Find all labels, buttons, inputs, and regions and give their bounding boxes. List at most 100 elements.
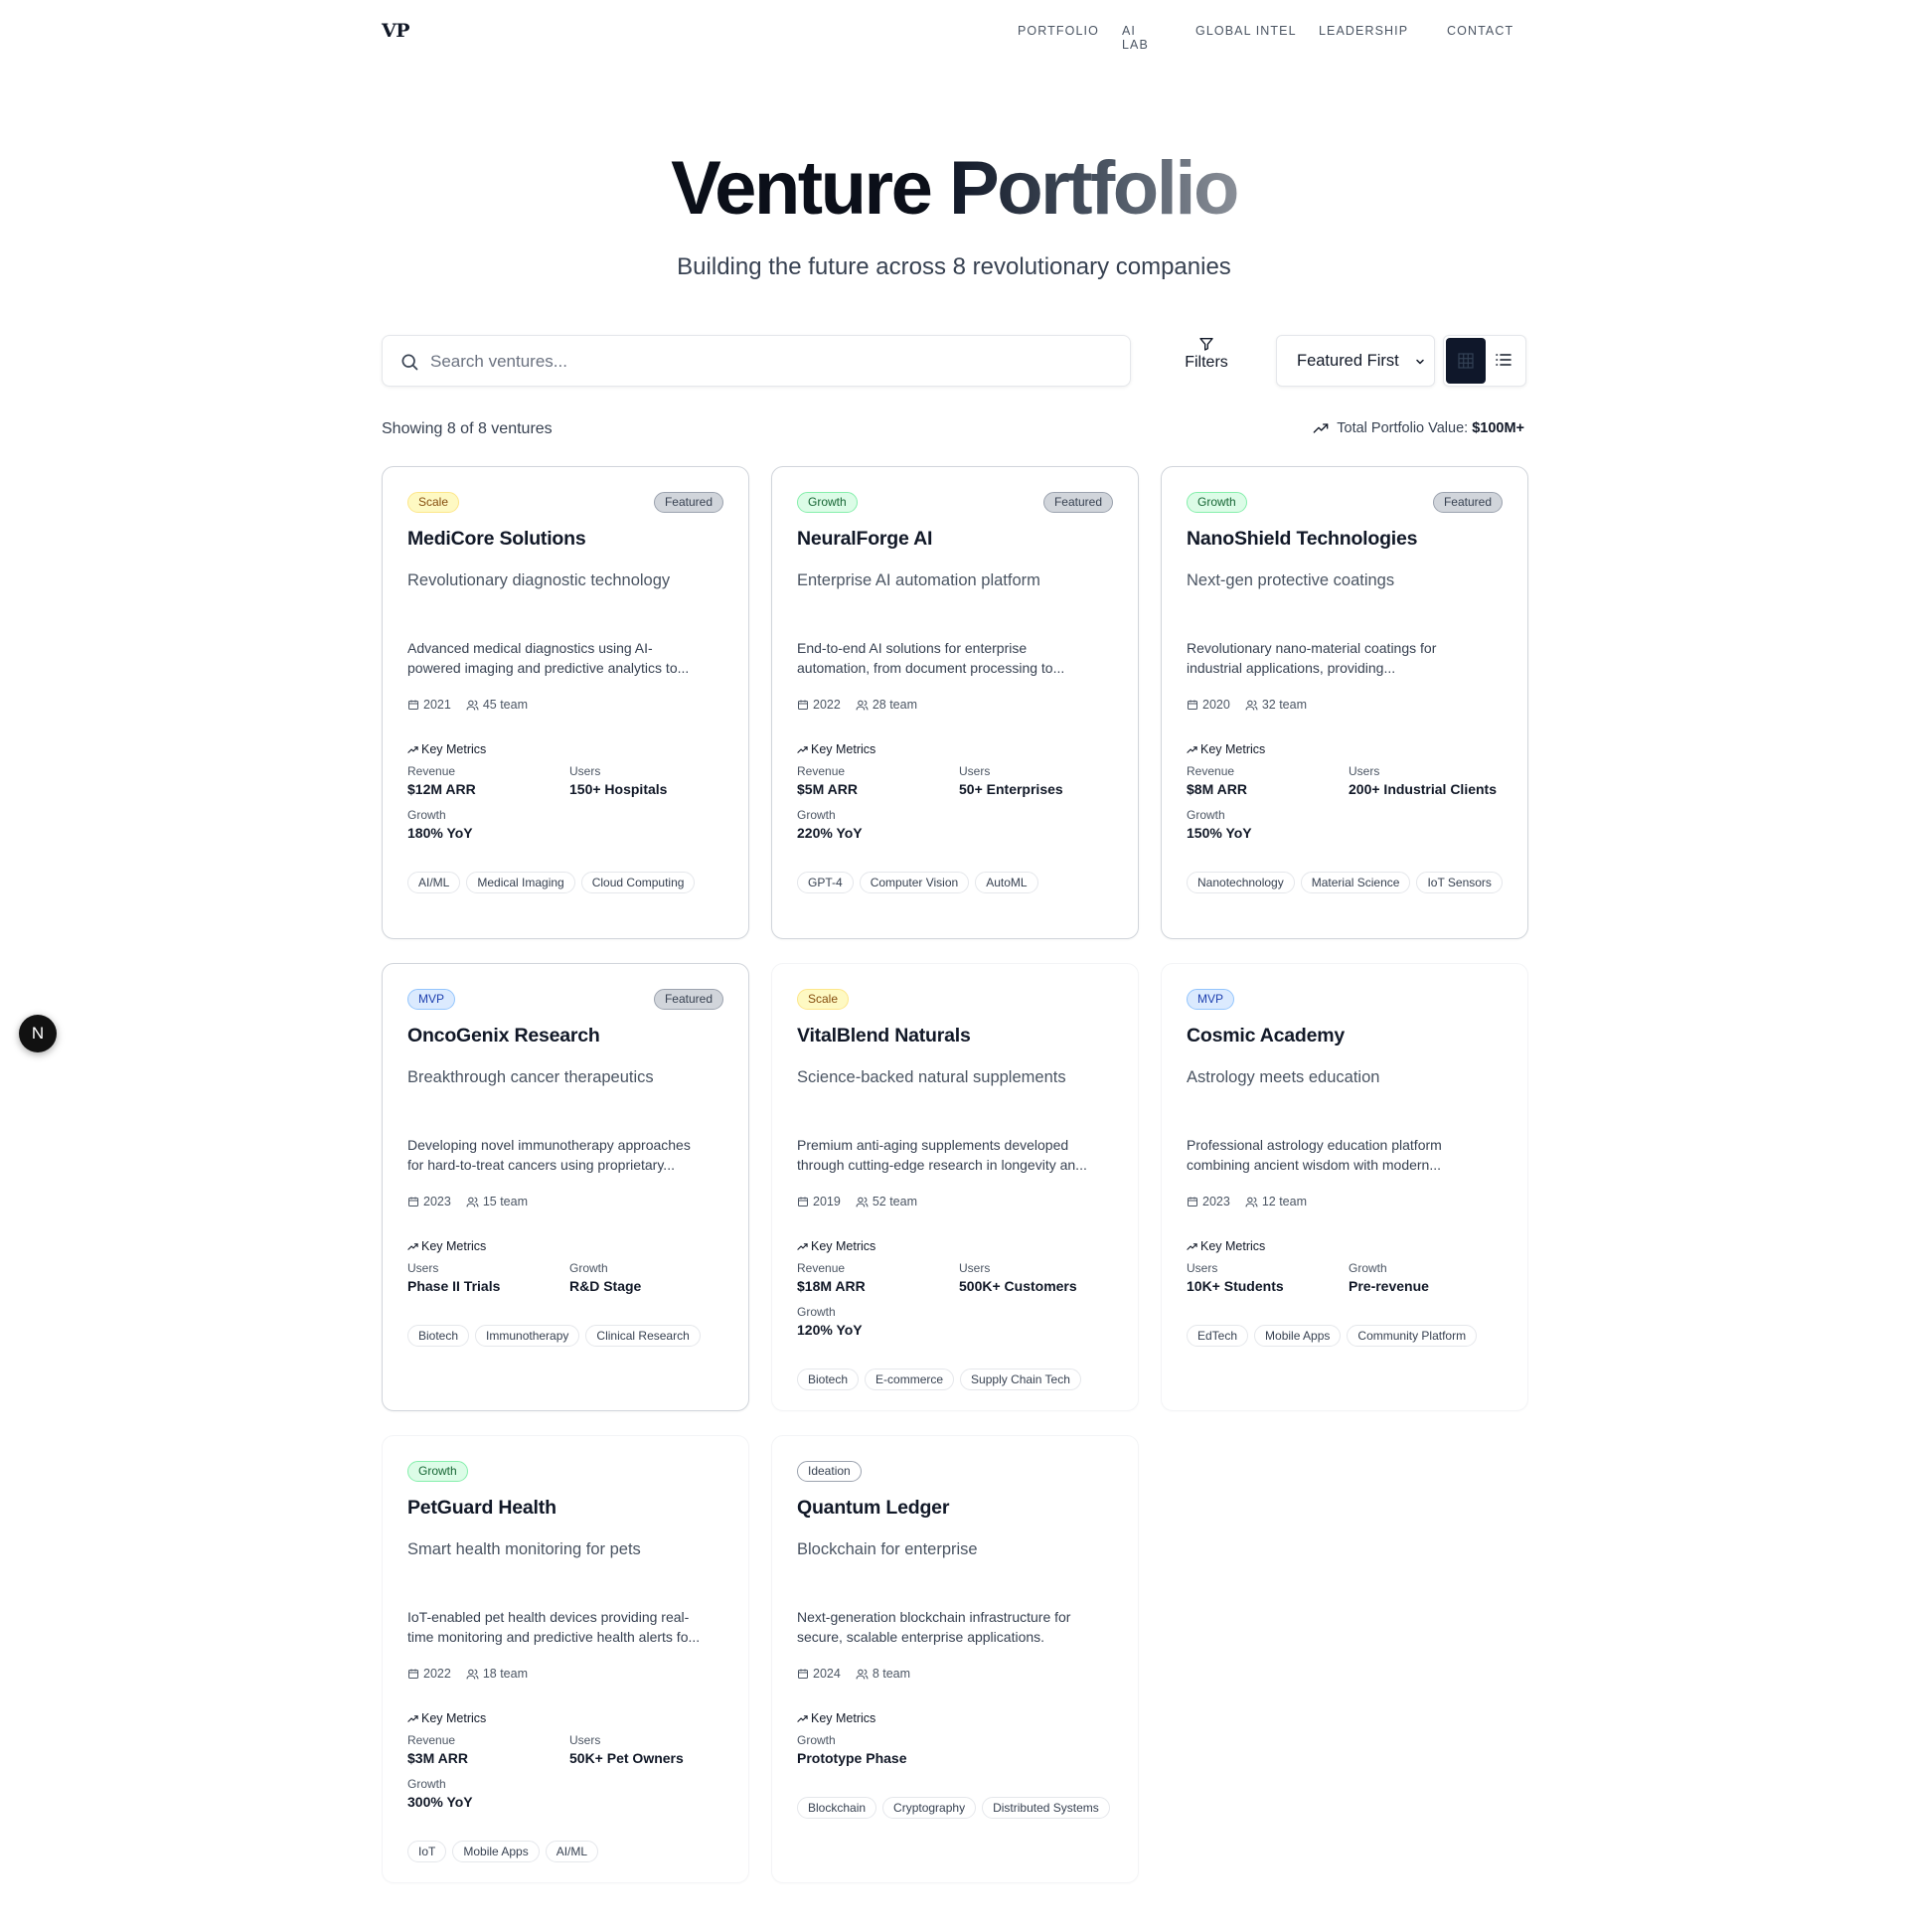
- team-size-value: 52 team: [872, 1195, 917, 1208]
- key-metrics-title: Key Metrics: [1200, 1239, 1266, 1253]
- metric-value: $3M ARR: [407, 1750, 468, 1766]
- tech-tag: Supply Chain Tech: [960, 1368, 1081, 1390]
- featured-badge: Featured: [653, 492, 723, 513]
- total-value-amount: $100M+: [1472, 420, 1524, 436]
- team-size-value: 28 team: [872, 698, 917, 712]
- sort-select[interactable]: Featured First: [1276, 335, 1435, 387]
- nextjs-dev-button[interactable]: N: [19, 1015, 57, 1052]
- venture-card[interactable]: Scale VitalBlend Naturals Science-backed n…: [771, 963, 1139, 1411]
- founded-year: 2024: [797, 1667, 841, 1681]
- venture-meta: 2022 28 team: [797, 698, 932, 712]
- tech-tags: Nanotechnology Material Science IoT Sensor…: [1187, 872, 1514, 897]
- filters-button[interactable]: Filters: [1167, 334, 1246, 388]
- metric-value: $18M ARR: [797, 1278, 866, 1294]
- metric-label: Growth: [797, 808, 836, 822]
- metric-label: Growth: [569, 1261, 608, 1275]
- venture-description: Revolutionary nano-material coatings for…: [1187, 638, 1505, 678]
- venture-description-line: secure, scalable enterprise applications…: [797, 1629, 1045, 1645]
- page-title-part1: Venture: [671, 146, 949, 231]
- founded-year-value: 2023: [423, 1195, 451, 1208]
- venture-card[interactable]: Scale Featured MediCore Solutions Revolutio…: [382, 466, 749, 939]
- tech-tag: Clinical Research: [585, 1325, 701, 1347]
- venture-name: Cosmic Academy: [1187, 1025, 1346, 1046]
- nav-link-leadership[interactable]: LEADERSHIP: [1319, 24, 1408, 38]
- venture-card[interactable]: Growth PetGuard Health Smart health monito…: [382, 1435, 749, 1883]
- nav-link-global-intel[interactable]: GLOBAL INTEL: [1195, 24, 1296, 38]
- metric: Revenue $8M ARR: [1187, 764, 1247, 800]
- founded-year-value: 2023: [1202, 1195, 1230, 1208]
- search-icon: [401, 354, 418, 371]
- metric: Users 500K+ Customers: [959, 1261, 1077, 1297]
- key-metrics-title: Key Metrics: [1200, 742, 1266, 756]
- venture-tagline: Revolutionary diagnostic technology: [407, 571, 671, 589]
- tech-tag: E-commerce: [865, 1368, 955, 1390]
- key-metrics-heading: Key Metrics: [1187, 1239, 1265, 1253]
- metric-value: Pre-revenue: [1349, 1278, 1429, 1294]
- grid-view-button[interactable]: [1446, 338, 1486, 384]
- founded-year: 2022: [407, 1667, 451, 1681]
- venture-tagline: Next-gen protective coatings: [1187, 571, 1395, 589]
- trending-up-icon: [797, 745, 808, 753]
- tech-tag: Biotech: [797, 1368, 860, 1390]
- venture-tagline: Blockchain for enterprise: [797, 1540, 978, 1558]
- grid-icon: [1458, 353, 1474, 369]
- founded-year-value: 2020: [1202, 698, 1230, 712]
- founded-year: 2023: [1187, 1195, 1230, 1208]
- calendar-icon: [798, 1669, 808, 1679]
- logo[interactable]: VP: [382, 20, 410, 42]
- metric: Growth 120% YoY: [797, 1305, 863, 1341]
- venture-card[interactable]: Growth Featured NeuralForge AI Enterprise A…: [771, 466, 1139, 939]
- tech-tags: IoT Mobile Apps AI/ML: [407, 1841, 735, 1866]
- team-size-value: 8 team: [872, 1667, 911, 1681]
- nav-link-ai-lab[interactable]: AI LAB: [1122, 24, 1149, 52]
- founded-year-value: 2022: [813, 698, 841, 712]
- venture-card[interactable]: MVP Featured OncoGenix Research Breakthroug…: [382, 963, 749, 1411]
- venture-description-line: Revolutionary nano-material coatings for: [1187, 640, 1437, 656]
- stage-badge: Growth: [797, 492, 858, 513]
- calendar-icon: [798, 700, 808, 710]
- tech-tags: EdTech Mobile Apps Community Platform: [1187, 1325, 1514, 1351]
- trending-up-icon: [1313, 423, 1329, 433]
- founded-year: 2023: [407, 1195, 451, 1208]
- metric-value: 150% YoY: [1187, 825, 1252, 841]
- venture-name: VitalBlend Naturals: [797, 1025, 971, 1046]
- calendar-icon: [408, 1669, 418, 1679]
- metric: Revenue $12M ARR: [407, 764, 476, 800]
- key-metrics-title: Key Metrics: [811, 1711, 876, 1725]
- metric-label: Revenue: [407, 764, 456, 778]
- tech-tag: AutoML: [975, 872, 1038, 893]
- users-icon: [1245, 1197, 1258, 1207]
- stage-badge: Growth: [1187, 492, 1247, 513]
- users-icon: [1245, 700, 1258, 710]
- key-metrics-title: Key Metrics: [421, 742, 487, 756]
- metric-label: Users: [959, 764, 991, 778]
- venture-name: MediCore Solutions: [407, 528, 586, 550]
- venture-card[interactable]: Ideation Quantum Ledger Blockchain for ent…: [771, 1435, 1139, 1883]
- featured-badge: Featured: [653, 989, 723, 1010]
- venture-card[interactable]: Growth Featured NanoShield Technologies Nex…: [1161, 466, 1528, 939]
- list-view-icon[interactable]: [1494, 350, 1513, 370]
- nav-link-portfolio[interactable]: PORTFOLIO: [1018, 24, 1099, 38]
- users-icon: [466, 1197, 479, 1207]
- metric: Growth R&D Stage: [569, 1261, 641, 1297]
- results-count: Showing 8 of 8 ventures: [382, 420, 553, 437]
- filters-label: Filters: [1185, 354, 1228, 371]
- key-metrics-heading: Key Metrics: [797, 1239, 875, 1253]
- metric: Growth Prototype Phase: [797, 1733, 906, 1769]
- tech-tag: Mobile Apps: [1254, 1325, 1342, 1347]
- featured-badge: Featured: [1432, 492, 1503, 513]
- team-size-value: 45 team: [482, 698, 528, 712]
- nav-link-contact[interactable]: CONTACT: [1447, 24, 1513, 38]
- team-size-value: 18 team: [482, 1667, 528, 1681]
- metric-label: Users: [569, 764, 601, 778]
- filter-icon: [1199, 338, 1213, 351]
- venture-description-line: End-to-end AI solutions for enterprise: [797, 640, 1028, 656]
- metric: Growth 220% YoY: [797, 808, 863, 844]
- venture-card[interactable]: MVP Cosmic Academy Astrology meets educati…: [1161, 963, 1528, 1411]
- venture-meta: 2019 52 team: [797, 1195, 932, 1208]
- venture-tagline: Astrology meets education: [1187, 1068, 1380, 1086]
- key-metrics-heading: Key Metrics: [797, 742, 875, 756]
- venture-meta: 2020 32 team: [1187, 698, 1322, 712]
- metric-label: Users: [1187, 1261, 1218, 1275]
- search-input[interactable]: [430, 348, 1106, 376]
